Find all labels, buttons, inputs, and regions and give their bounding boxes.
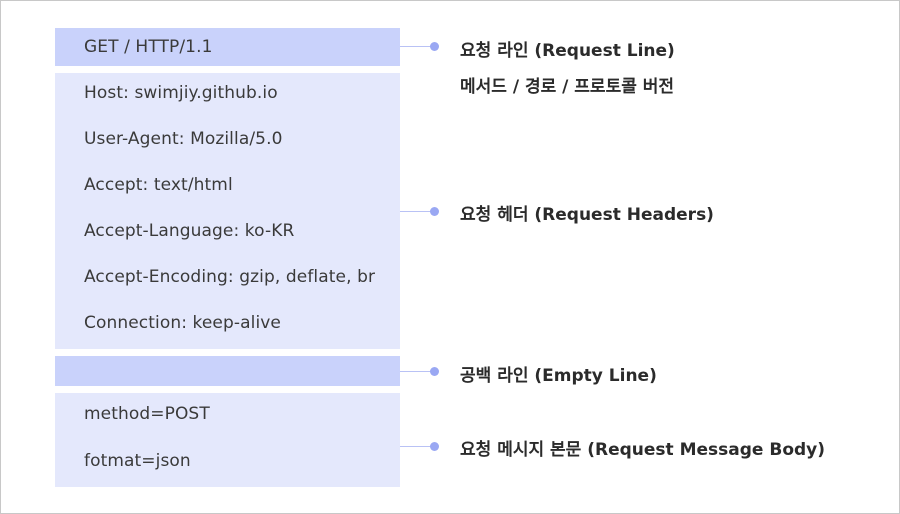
body-line: method=POST [84, 404, 210, 424]
header-line: Accept: text/html [84, 175, 233, 195]
empty-line-label: 공백 라인 (Empty Line) [460, 366, 657, 386]
request-headers-connector [400, 211, 434, 212]
request-body-label: 요청 메시지 본문 (Request Message Body) [460, 440, 826, 460]
request-line-label: 요청 라인 (Request Line) [460, 41, 675, 61]
body-line: fotmat=json [84, 451, 191, 471]
header-line: Accept-Language: ko-KR [84, 221, 295, 241]
request-body-dot [430, 442, 439, 451]
request-line-block: GET / HTTP/1.1 [55, 28, 400, 66]
diagram-frame: GET / HTTP/1.1 Host: swimjiy.github.io U… [0, 0, 900, 514]
request-line-sublabel: 메서드 / 경로 / 프로토콜 버전 [460, 77, 675, 97]
request-line-connector [400, 46, 434, 47]
empty-line-dot [430, 367, 439, 376]
request-line-dot [430, 42, 439, 51]
header-line: Connection: keep-alive [84, 313, 281, 333]
header-line: User-Agent: Mozilla/5.0 [84, 129, 283, 149]
empty-line-connector [400, 371, 434, 372]
empty-line-block [55, 356, 400, 386]
request-headers-label: 요청 헤더 (Request Headers) [460, 205, 714, 225]
request-line-text: GET / HTTP/1.1 [84, 37, 213, 57]
header-line: Accept-Encoding: gzip, deflate, br [84, 267, 376, 287]
header-line: Host: swimjiy.github.io [84, 83, 278, 103]
request-headers-dot [430, 207, 439, 216]
request-body-connector [400, 446, 434, 447]
request-headers-block: Host: swimjiy.github.io User-Agent: Mozi… [55, 73, 400, 349]
request-body-block: method=POST fotmat=json [55, 393, 400, 487]
